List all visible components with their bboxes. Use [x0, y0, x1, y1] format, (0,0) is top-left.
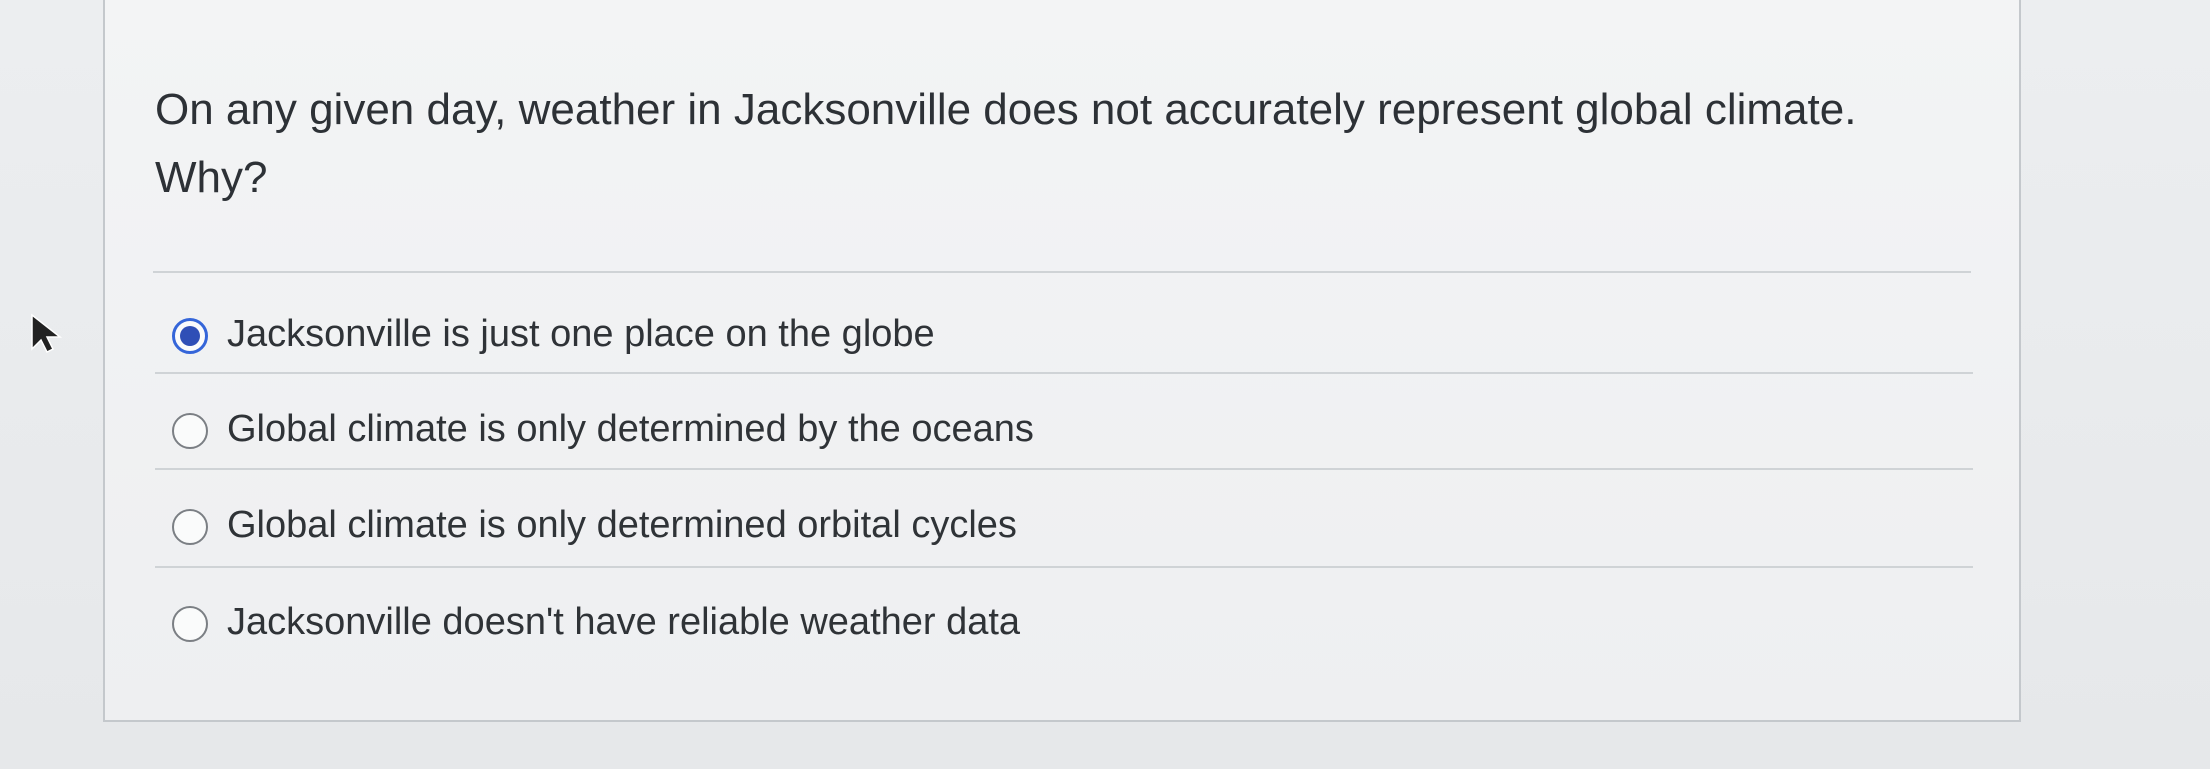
answer-option-label: Jacksonville doesn't have reliable weath… — [227, 601, 1021, 643]
answer-option-4[interactable]: Jacksonville doesn't have reliable weath… — [155, 591, 1973, 667]
answer-option-label: Global climate is only determined orbita… — [227, 504, 1017, 546]
radio-button-selected[interactable] — [172, 318, 208, 354]
answer-option-3[interactable]: Global climate is only determined orbita… — [155, 494, 1973, 570]
question-divider — [153, 271, 1971, 273]
answer-option-label: Global climate is only determined by the… — [227, 408, 1034, 450]
radio-button[interactable] — [172, 413, 208, 449]
answer-option-1[interactable]: Jacksonville is just one place on the gl… — [155, 303, 1973, 379]
answer-divider — [155, 566, 1973, 568]
radio-selected-dot — [180, 326, 200, 346]
answer-option-label: Jacksonville is just one place on the gl… — [227, 313, 935, 355]
question-card: On any given day, weather in Jacksonvill… — [103, 0, 2021, 722]
answer-option-2[interactable]: Global climate is only determined by the… — [155, 398, 1973, 474]
answer-divider — [155, 468, 1973, 470]
mouse-pointer-icon — [31, 313, 63, 353]
question-text: On any given day, weather in Jacksonvill… — [155, 85, 1857, 202]
answer-divider — [155, 372, 1973, 374]
radio-button[interactable] — [172, 606, 208, 642]
radio-button[interactable] — [172, 509, 208, 545]
